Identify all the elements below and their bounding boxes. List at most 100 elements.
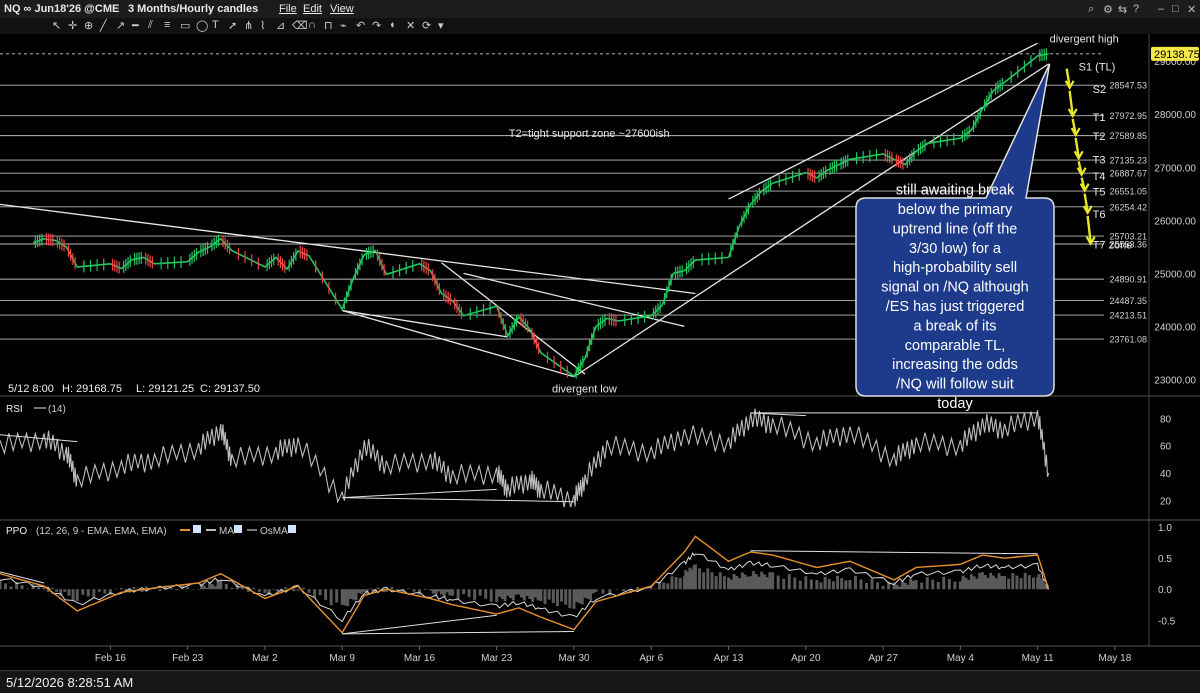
menu-file[interactable]: File (279, 3, 297, 15)
rectangle-tool-icon[interactable]: ▭ (180, 19, 190, 32)
osma-bar (760, 571, 764, 590)
osma-bar (754, 573, 758, 590)
divergent-high-label: divergent high (1050, 34, 1119, 46)
osma-bar (9, 586, 13, 590)
line-tool-icon[interactable]: ╱ (100, 19, 107, 32)
ppo-axis-tick-label: -0.5 (1158, 616, 1176, 627)
search-icon[interactable]: ⌕ (1088, 3, 1094, 16)
osma-bar (662, 582, 666, 590)
osma-bar (909, 578, 913, 590)
help-icon[interactable]: ? (1133, 3, 1139, 15)
more-tools-icon[interactable]: ▾ (438, 19, 444, 32)
osma-visible-checkbox[interactable] (288, 525, 296, 533)
osma-bar (1019, 578, 1023, 590)
rsi-label[interactable]: RSI (6, 404, 23, 415)
ppo-visible-checkbox[interactable] (193, 525, 201, 533)
osma-bar (727, 577, 731, 590)
osma-bar (75, 589, 79, 601)
osma-bar (522, 589, 526, 601)
osma-bar (749, 576, 753, 590)
osma-bar (343, 589, 347, 606)
osma-bar (63, 589, 67, 592)
osma-bar (230, 587, 234, 590)
osma-bar (787, 574, 791, 590)
osma-bar (983, 575, 987, 590)
osma-bar (972, 576, 976, 590)
osma-bar (1011, 573, 1015, 590)
osma-bar (318, 589, 322, 596)
menu-view[interactable]: View (330, 3, 354, 15)
osma-bar (92, 589, 96, 599)
chart-area[interactable]: 28547.53 27972.95 27589.85 27135.23 26887.67… (0, 34, 1200, 670)
osma-bar (903, 582, 907, 590)
hide-drawings-icon[interactable]: ◐ (390, 19, 397, 31)
minimize-icon[interactable]: – (1158, 3, 1164, 15)
price-axis-tick-label: 25000.00 (1154, 269, 1196, 280)
osma-bar (210, 584, 214, 590)
text-tool-icon[interactable]: T (212, 19, 219, 31)
close-icon[interactable]: ✕ (1187, 3, 1196, 16)
osma-bar (848, 580, 852, 590)
price-axis-tick-label: 27000.00 (1154, 163, 1196, 174)
measure-tool-icon[interactable]: ⊿ (276, 19, 285, 32)
delete-drawings-icon[interactable]: ✕ (406, 19, 415, 32)
undo-icon[interactable]: ↶ (356, 19, 365, 32)
osma-bar (827, 579, 831, 590)
zoom-tool-icon[interactable]: ⊕ (84, 19, 93, 32)
osma-bar (580, 589, 584, 605)
menu-edit[interactable]: Edit (303, 3, 322, 15)
osma-bar (324, 589, 328, 601)
x-axis-tick-label: Mar 9 (329, 653, 355, 664)
x-axis-tick-label: Apr 20 (791, 653, 821, 664)
title-bar: NQ ∞ Jun18'26 @CME 3 Months/Hourly candl… (0, 0, 1200, 19)
cycle-tool-icon[interactable]: ⌇ (260, 19, 265, 32)
redo-icon[interactable]: ↷ (372, 19, 381, 32)
osma-bar (395, 589, 399, 591)
price-level-label: 27135.23 (1109, 156, 1147, 166)
osma-bar (1031, 577, 1035, 590)
osma-bar (0, 580, 2, 590)
osma-bar (798, 580, 802, 590)
osma-bar (329, 589, 333, 606)
osma-bar (757, 576, 761, 590)
ellipse-tool-icon[interactable]: ◯ (196, 19, 208, 32)
sync-icon[interactable]: ⇆ (1118, 3, 1127, 16)
osma-bar (533, 589, 537, 598)
ma-visible-checkbox[interactable] (234, 525, 242, 533)
osma-bar (710, 572, 714, 590)
ohlc-high: H: 29168.75 (62, 383, 122, 395)
lock-tool-icon[interactable]: ⊓ (324, 19, 333, 32)
link-tool-icon[interactable]: ⌁ (340, 19, 347, 32)
osma-bar (216, 580, 220, 590)
osma-bar (451, 589, 455, 596)
rsi-axis-tick-label: 40 (1160, 469, 1172, 480)
target-label: T6 (1093, 209, 1106, 221)
channel-tool-icon[interactable]: ⫽ (148, 19, 153, 32)
osma-bar (964, 577, 968, 590)
osma-bar (815, 580, 819, 590)
osma-bar (591, 589, 595, 594)
refresh-icon[interactable]: ⟳ (422, 19, 431, 32)
osma-bar (531, 589, 535, 603)
timeframe-selector[interactable]: 3 Months/Hourly candles (128, 3, 258, 15)
maximize-icon[interactable]: □ (1172, 3, 1179, 15)
crosshair-tool-icon[interactable]: ✛ (68, 19, 77, 32)
pointer-tool-icon[interactable]: ↖ (52, 19, 61, 32)
ohlc-low: L: 29121.25 (136, 383, 194, 395)
fib-tool-icon[interactable]: ≡ (164, 19, 170, 31)
eraser-tool-icon[interactable]: ⌫ (292, 19, 308, 32)
pitchfork-tool-icon[interactable]: ⋔ (244, 19, 253, 32)
osma-bar (114, 588, 118, 590)
horizontal-line-tool-icon[interactable]: ━ (132, 19, 139, 32)
osma-bar (876, 582, 880, 590)
magnet-tool-icon[interactable]: ∩ (308, 19, 316, 31)
osma-legend-label: OsMA (260, 526, 288, 537)
settings-icon[interactable]: ⚙ (1103, 3, 1113, 16)
arrow-tool-icon[interactable]: ➚ (228, 19, 237, 32)
osma-bar (823, 576, 827, 590)
osma-bar (768, 572, 772, 590)
ppo-label[interactable]: PPO (6, 526, 27, 537)
osma-bar (931, 579, 935, 590)
ray-tool-icon[interactable]: ↗ (116, 19, 125, 32)
symbol-selector[interactable]: NQ ∞ Jun18'26 @CME (4, 3, 119, 15)
